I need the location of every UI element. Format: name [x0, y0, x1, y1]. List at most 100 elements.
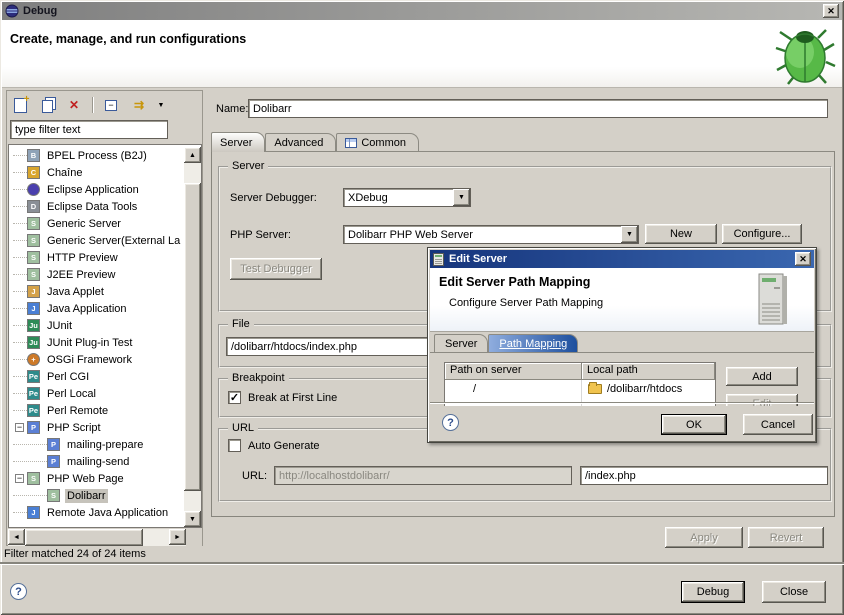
debug-configurations-window: Debug ✕ Create, manage, and run configur… — [0, 0, 844, 615]
tree-item-mailing-prepare[interactable]: Pmailing-prepare — [9, 436, 184, 453]
tree-item-bpel-process-b2j[interactable]: BBPEL Process (B2J) — [9, 147, 184, 164]
test-debugger-button[interactable]: Test Debugger — [230, 258, 322, 280]
configure-button[interactable]: Configure... — [722, 224, 802, 244]
duplicate-configuration-icon[interactable] — [38, 96, 56, 114]
revert-button[interactable]: Revert — [748, 527, 824, 548]
mapping-table-body: //dolibarr/htdocs — [445, 380, 715, 397]
tree-item-junit-plug-in-test[interactable]: JuJUnit Plug-in Test — [9, 334, 184, 351]
apply-button[interactable]: Apply — [665, 527, 743, 548]
dialog-help-icon[interactable]: ? — [442, 414, 459, 431]
ok-button[interactable]: OK — [661, 414, 727, 435]
tree-item-label: HTTP Preview — [45, 251, 120, 265]
tree-item-junit[interactable]: JuJUnit — [9, 317, 184, 334]
tree-item-perl-cgi[interactable]: PePerl CGI — [9, 368, 184, 385]
collapse-all-icon[interactable]: − — [102, 96, 120, 114]
tree-item-generic-server[interactable]: SGeneric Server — [9, 215, 184, 232]
scroll-left-icon[interactable]: ◄ — [8, 529, 25, 545]
chevron-down-icon[interactable]: ▼ — [453, 189, 470, 206]
php-file-icon: P — [47, 438, 60, 451]
tree-item-dolibarr[interactable]: SDolibarr — [9, 487, 184, 504]
tree-item-java-applet[interactable]: JJava Applet — [9, 283, 184, 300]
banner: Create, manage, and run configurations — [2, 20, 842, 88]
name-input[interactable] — [248, 99, 828, 118]
tree-guide — [13, 444, 47, 445]
break-first-line-label: Break at First Line — [248, 392, 337, 404]
tree-item-osgi-framework[interactable]: +OSGi Framework — [9, 351, 184, 368]
debug-button[interactable]: Debug — [681, 581, 745, 603]
tree-guide — [13, 172, 27, 173]
mapping-row[interactable]: //dolibarr/htdocs — [445, 380, 715, 397]
eclipse-logo-icon — [5, 4, 19, 18]
tree-item-remote-java-application[interactable]: JRemote Java Application — [9, 504, 184, 521]
window-close-button[interactable]: ✕ — [823, 4, 839, 18]
close-button[interactable]: Close — [762, 581, 826, 603]
dialog-tab-path-mapping[interactable]: Path Mapping — [488, 334, 578, 352]
column-path-on-server[interactable]: Path on server — [445, 363, 582, 380]
tree-item-j2ee-preview[interactable]: SJ2EE Preview — [9, 266, 184, 283]
tree-item-http-preview[interactable]: SHTTP Preview — [9, 249, 184, 266]
column-local-path[interactable]: Local path — [582, 363, 715, 380]
tab-common[interactable]: Common — [336, 133, 419, 152]
tree-item-perl-remote[interactable]: PePerl Remote — [9, 402, 184, 419]
tree-item-cha-ne[interactable]: CChaîne — [9, 164, 184, 181]
tree-guide — [13, 325, 27, 326]
tree-guide — [13, 291, 27, 292]
auto-generate-checkbox[interactable]: ✓ — [228, 439, 241, 452]
tree-item-eclipse-data-tools[interactable]: DEclipse Data Tools — [9, 198, 184, 215]
break-first-line-checkbox[interactable]: ✓ — [228, 391, 241, 404]
tree-item-label: Eclipse Application — [45, 183, 141, 197]
tree-item-php-web-page[interactable]: −SPHP Web Page — [9, 470, 184, 487]
tree-item-label: mailing-send — [65, 455, 131, 469]
new-configuration-icon[interactable]: + — [11, 96, 29, 114]
tree-item-perl-local[interactable]: PePerl Local — [9, 385, 184, 402]
perl-icon: Pe — [27, 404, 40, 417]
dialog-close-button[interactable]: ✕ — [795, 252, 811, 266]
new-server-button[interactable]: New — [645, 224, 717, 244]
tree-guide — [13, 461, 47, 462]
chevron-down-icon[interactable]: ▼ — [621, 226, 638, 243]
delete-configuration-icon[interactable]: ✕ — [65, 96, 83, 114]
mapping-table: Path on server Local path //dolibarr/htd… — [444, 362, 716, 406]
scrollbar-corner — [186, 529, 202, 546]
auto-generate-label: Auto Generate — [248, 440, 320, 452]
php-server-select[interactable]: Dolibarr PHP Web Server ▼ — [343, 225, 639, 244]
collapse-expander-icon[interactable]: − — [15, 423, 24, 432]
tree-item-label: mailing-prepare — [65, 438, 145, 452]
dialog-titlebar: Edit Server ✕ — [430, 250, 814, 268]
dialog-tab-server[interactable]: Server — [434, 334, 488, 352]
tree-item-java-application[interactable]: JJava Application — [9, 300, 184, 317]
collapse-expander-icon[interactable]: − — [15, 474, 24, 483]
horizontal-scroll-thumb[interactable] — [25, 529, 143, 546]
tree-item-label: Dolibarr — [65, 489, 108, 503]
scroll-right-icon[interactable]: ► — [169, 529, 186, 545]
tree-item-eclipse-application[interactable]: Eclipse Application — [9, 181, 184, 198]
tree-item-label: Generic Server(External La — [45, 234, 182, 248]
scroll-down-icon[interactable]: ▼ — [184, 511, 201, 527]
configurations-sidebar: + ✕ − ⇉ ▼ BBPEL Process (B2J)CChaîne Ecli… — [6, 90, 203, 546]
scroll-up-icon[interactable]: ▲ — [184, 147, 201, 163]
filter-input[interactable] — [10, 120, 168, 139]
php-web-page-icon: S — [27, 472, 40, 485]
tree-vertical-scrollbar[interactable]: ▲ ▼ — [184, 147, 201, 527]
tree-horizontal-scrollbar[interactable]: ◄ ► — [8, 529, 202, 546]
filter-icon[interactable]: ⇉ — [129, 96, 147, 114]
junit-icon: Ju — [27, 319, 40, 332]
cancel-button[interactable]: Cancel — [743, 414, 813, 435]
tree-item-generic-server-external-la[interactable]: SGeneric Server(External La — [9, 232, 184, 249]
url-path-input[interactable] — [580, 466, 828, 485]
config-tree: BBPEL Process (B2J)CChaîne Eclipse Applic… — [9, 147, 184, 527]
toolbar-menu-dropdown-icon[interactable]: ▼ — [156, 96, 166, 114]
add-mapping-button[interactable]: Add — [726, 367, 798, 386]
junit-plugin-icon: Ju — [27, 336, 40, 349]
tree-guide — [13, 257, 27, 258]
tab-advanced[interactable]: Advanced — [265, 133, 336, 152]
tree-item-mailing-send[interactable]: Pmailing-send — [9, 453, 184, 470]
server-debugger-select[interactable]: XDebug ▼ — [343, 188, 471, 207]
tree-item-label: PHP Script — [45, 421, 103, 435]
tree-item-php-script[interactable]: −PPHP Script — [9, 419, 184, 436]
tree-item-label: Generic Server — [45, 217, 123, 231]
vertical-scroll-thumb[interactable] — [184, 183, 201, 491]
chain-icon: C — [27, 166, 40, 179]
tab-server[interactable]: Server — [211, 132, 265, 152]
help-icon[interactable]: ? — [10, 583, 27, 600]
